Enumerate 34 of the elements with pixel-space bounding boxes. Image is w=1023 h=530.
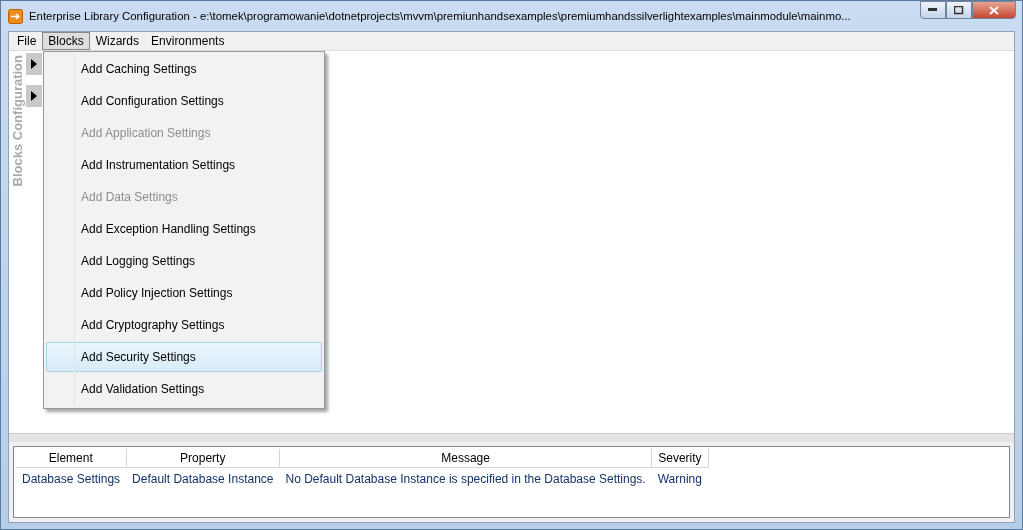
side-panel-title: Blocks Configuration [10,55,25,187]
app-icon [8,8,23,24]
maximize-icon [954,5,964,15]
close-icon [989,5,999,15]
column-header[interactable]: Property [126,449,280,468]
triangle-icon [31,59,37,69]
table-cell: Database Settings [16,467,127,490]
expander-button[interactable] [26,85,42,107]
column-header[interactable]: Severity [651,449,709,468]
minimize-icon [928,8,938,12]
menu-option[interactable]: Add Cryptography Settings [46,310,322,340]
menu-option[interactable]: Add Validation Settings [46,374,322,404]
menu-option[interactable]: Add Configuration Settings [46,86,322,116]
table-cell: Warning [651,467,709,490]
menu-option[interactable]: Add Logging Settings [46,246,322,276]
menu-option[interactable]: Add Caching Settings [46,54,322,84]
menu-item[interactable]: File [11,32,43,50]
window-title: Enterprise Library Configuration - e:\tomek\programowanie\dotnetprojects\mvvm\premiunhandsexamples\premiumhandssilverlightexamples\mainmodule\mainmo... [29,10,852,22]
menu-option[interactable]: Add Instrumentation Settings [46,150,322,180]
expander-button[interactable] [26,53,42,75]
menu-option[interactable]: Add Security Settings [46,342,322,372]
maximize-button[interactable] [946,1,972,19]
menu-item[interactable]: Wizards [89,32,146,50]
table-cell: No Default Database Instance is specified in the Database Settings. [279,467,652,490]
triangle-icon [31,91,37,101]
column-header[interactable]: Element [16,449,127,468]
minimize-button[interactable] [920,1,946,19]
table-cell: Default Database Instance [126,467,280,490]
column-header[interactable]: Message [279,449,652,468]
close-button[interactable] [972,1,1016,19]
menu-item[interactable]: Blocks [42,32,90,50]
menu-option[interactable]: Add Exception Handling Settings [46,214,322,244]
menu-item[interactable]: Environments [145,32,231,50]
menu-option[interactable]: Add Policy Injection Settings [46,278,322,308]
